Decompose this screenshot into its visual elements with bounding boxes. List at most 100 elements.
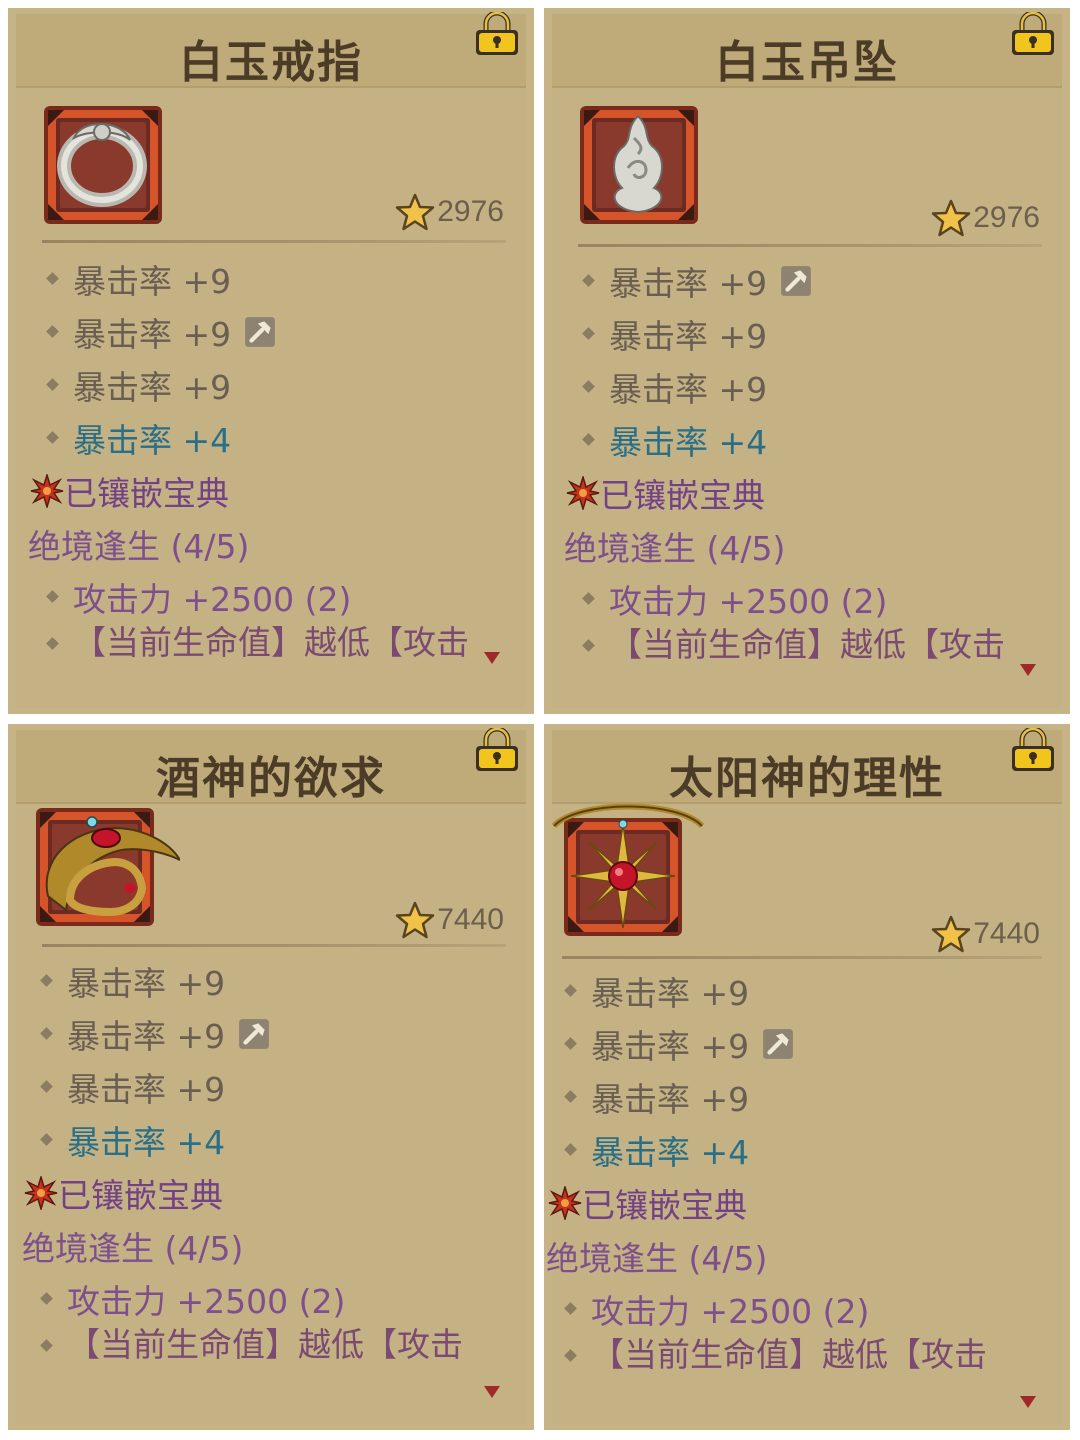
set-name: 绝境逢生 (4/5) [546, 1238, 768, 1278]
item-score: 7440 [395, 900, 504, 940]
bullet-diamond-icon [564, 1348, 577, 1362]
item-score: 2976 [395, 192, 504, 232]
set-effect-text: 攻击力 +2500 (2) [67, 1281, 346, 1321]
stat-text: 暴击率 +9 [609, 369, 768, 409]
stat-list: 暴击率 +9 暴击率 +9 暴击率 +9 暴击率 +4 已镶嵌宝典 绝境逢生 (… [546, 964, 1052, 1375]
stat-text: 暴击率 +9 [591, 973, 750, 1013]
bullet-diamond-icon [582, 327, 595, 340]
stat-line: 暴击率 +9 [556, 964, 1052, 1017]
stat-line: 暴击率 +9 [574, 307, 1052, 360]
hammer-icon[interactable] [237, 1017, 271, 1051]
star-icon [931, 914, 971, 954]
title-band: 酒神的欲求 [16, 730, 526, 804]
item-title: 太阳神的理性 [669, 753, 945, 804]
bonus-stat-text: 暴击率 +4 [73, 420, 232, 460]
set-name: 绝境逢生 (4/5) [564, 528, 786, 568]
set-effect-line: 【当前生命值】越低【攻击 [32, 1325, 516, 1365]
star-icon [931, 198, 971, 238]
bullet-diamond-icon [582, 433, 595, 446]
item-card-white-jade-ring[interactable]: 白玉戒指 2976 暴击率 +9 暴击率 +9 暴击率 +9 暴击率 +4 已镶… [8, 8, 534, 714]
stat-line: 暴击率 +9 [38, 305, 516, 358]
score-value: 7440 [973, 917, 1040, 950]
item-title: 白玉戒指 [179, 37, 363, 88]
stat-text: 暴击率 +9 [73, 367, 232, 407]
stat-text: 暴击率 +9 [73, 261, 232, 301]
divider [578, 244, 1042, 247]
bullet-diamond-icon [582, 638, 595, 652]
bullet-diamond-icon [582, 274, 595, 287]
bullet-diamond-icon [46, 636, 59, 650]
item-title: 白玉吊坠 [715, 37, 899, 88]
socket-label: 已镶嵌宝典 [58, 1175, 223, 1215]
bullet-diamond-icon [564, 1090, 577, 1103]
lock-icon[interactable] [1008, 12, 1058, 56]
set-name-line: 绝境逢生 (4/5) [22, 1219, 516, 1272]
bonus-stat-line: 暴击率 +4 [38, 411, 516, 464]
bullet-diamond-icon [46, 431, 59, 444]
set-name-line: 绝境逢生 (4/5) [28, 517, 516, 570]
scroll-down-arrow-icon[interactable] [484, 1386, 500, 1398]
hammer-icon[interactable] [243, 315, 277, 349]
item-card-sun-god-reason[interactable]: 太阳神的理性 7440 暴击率 +9 暴击率 +9 暴击率 +9 暴击率 +4 … [544, 724, 1070, 1430]
stat-line: 暴击率 +9 [574, 360, 1052, 413]
bullet-diamond-icon [564, 1143, 577, 1156]
bullet-diamond-icon [46, 272, 59, 285]
bullet-diamond-icon [40, 1080, 53, 1093]
bullet-diamond-icon [40, 1292, 53, 1305]
stat-text: 暴击率 +9 [73, 314, 232, 354]
scroll-down-arrow-icon[interactable] [1020, 1396, 1036, 1408]
stat-line: 暴击率 +9 [38, 252, 516, 305]
scroll-down-arrow-icon[interactable] [1020, 664, 1036, 676]
stat-line: 暴击率 +9 [32, 1007, 516, 1060]
ring-emblem-icon [38, 98, 168, 230]
bullet-diamond-icon [40, 1338, 53, 1352]
stat-line: 暴击率 +9 [556, 1017, 1052, 1070]
stat-line: 暴击率 +9 [32, 954, 516, 1007]
stat-text: 暴击率 +9 [67, 963, 226, 1003]
star-icon [395, 192, 435, 232]
socket-line: 已镶嵌宝典 [548, 1176, 1052, 1229]
card-panel: 白玉戒指 2976 暴击率 +9 暴击率 +9 暴击率 +9 暴击率 +4 已镶… [16, 14, 526, 708]
socket-line: 已镶嵌宝典 [30, 464, 516, 517]
item-card-bacchus-desire[interactable]: 酒神的欲求 7440 暴击率 +9 暴击率 +9 暴击率 +9 暴击率 +4 已… [8, 724, 534, 1430]
bonus-stat-text: 暴击率 +4 [609, 422, 768, 462]
divider [42, 240, 506, 243]
set-effect-line: 【当前生命值】越低【攻击 [38, 623, 516, 663]
stat-line: 暴击率 +9 [32, 1060, 516, 1113]
stat-text: 暴击率 +9 [67, 1016, 226, 1056]
star-icon [395, 900, 435, 940]
set-effect-line: 【当前生命值】越低【攻击 [574, 625, 1052, 665]
stat-text: 暴击率 +9 [609, 263, 768, 303]
set-name: 绝境逢生 (4/5) [28, 526, 250, 566]
bullet-diamond-icon [564, 1037, 577, 1050]
set-effect-text: 【当前生命值】越低【攻击 [73, 623, 469, 662]
socket-line: 已镶嵌宝典 [566, 466, 1052, 519]
socket-star-icon [30, 474, 64, 508]
item-score: 2976 [931, 198, 1040, 238]
lock-icon[interactable] [1008, 728, 1058, 772]
bullet-diamond-icon [582, 592, 595, 605]
stat-list: 暴击率 +9 暴击率 +9 暴击率 +9 暴击率 +4 已镶嵌宝典 绝境逢生 (… [28, 252, 516, 663]
lock-icon[interactable] [472, 728, 522, 772]
set-effect-line: 攻击力 +2500 (2) [574, 572, 1052, 625]
stat-list: 暴击率 +9 暴击率 +9 暴击率 +9 暴击率 +4 已镶嵌宝典 绝境逢生 (… [22, 954, 516, 1365]
socket-line: 已镶嵌宝典 [24, 1166, 516, 1219]
item-card-white-jade-pendant[interactable]: 白玉吊坠 2976 暴击率 +9 暴击率 +9 暴击率 +9 暴击率 +4 已镶… [544, 8, 1070, 714]
stat-text: 暴击率 +9 [67, 1069, 226, 1109]
set-effect-line: 攻击力 +2500 (2) [32, 1272, 516, 1325]
bullet-diamond-icon [46, 590, 59, 603]
card-panel: 白玉吊坠 2976 暴击率 +9 暴击率 +9 暴击率 +9 暴击率 +4 已镶… [552, 14, 1062, 708]
set-name-line: 绝境逢生 (4/5) [546, 1229, 1052, 1282]
lock-icon[interactable] [472, 12, 522, 56]
item-score: 7440 [931, 914, 1040, 954]
bullet-diamond-icon [40, 974, 53, 987]
set-effect-text: 攻击力 +2500 (2) [591, 1291, 870, 1331]
set-effect-line: 【当前生命值】越低【攻击 [556, 1335, 1052, 1375]
socket-label: 已镶嵌宝典 [600, 475, 765, 515]
bullet-diamond-icon [564, 1302, 577, 1315]
scroll-down-arrow-icon[interactable] [484, 652, 500, 664]
hammer-icon[interactable] [779, 264, 813, 298]
set-name: 绝境逢生 (4/5) [22, 1228, 244, 1268]
stat-line: 暴击率 +9 [574, 254, 1052, 307]
hammer-icon[interactable] [761, 1027, 795, 1061]
